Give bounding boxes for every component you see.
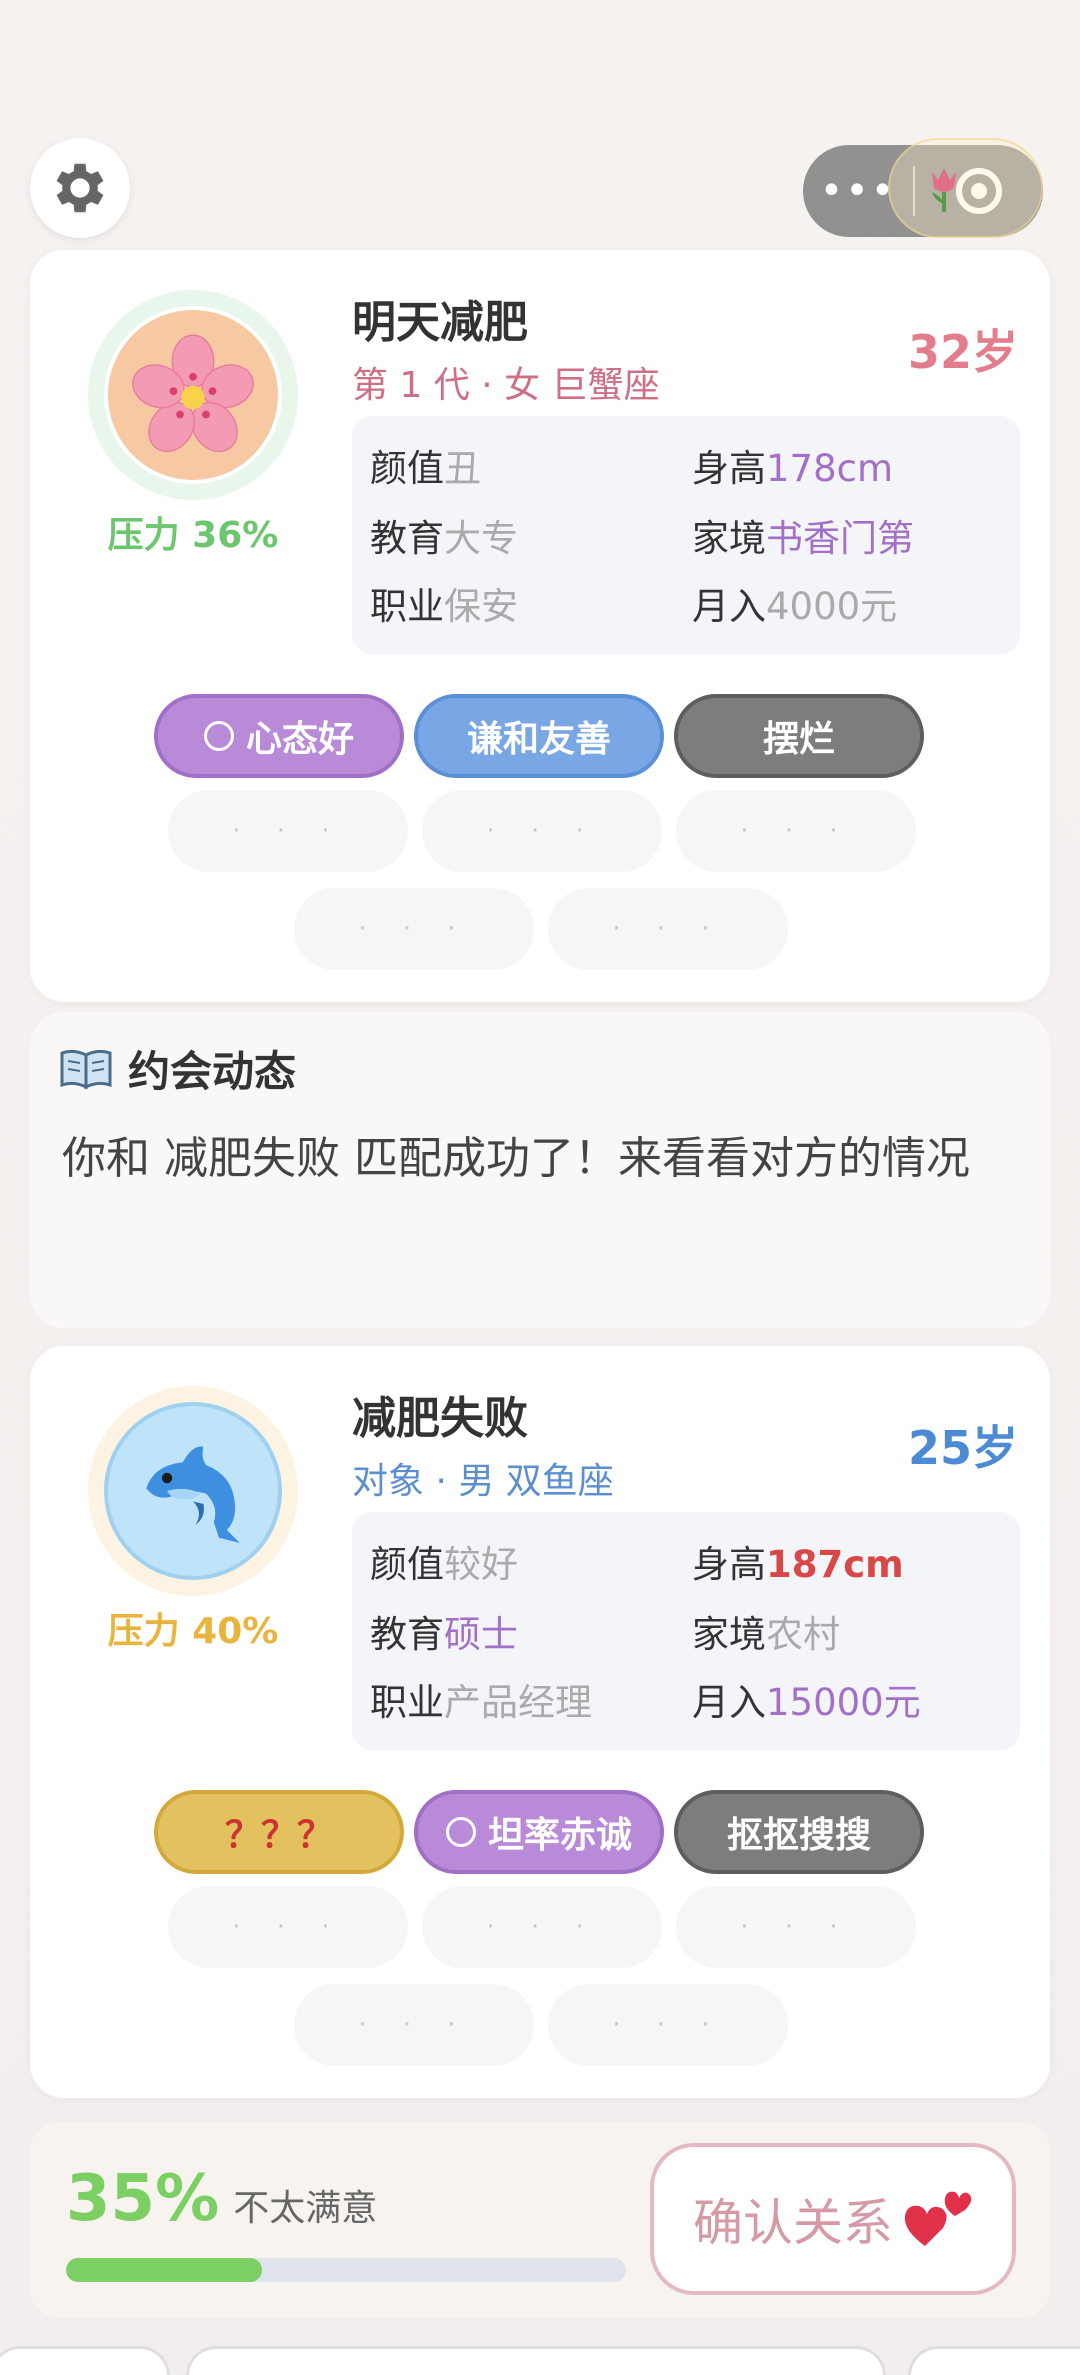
- dating-dynamics-card: 约会动态 你和 减肥失败 匹配成功了！来看看对方的情况: [30, 1012, 1050, 1328]
- satisfaction-panel: 35% 不太满意 确认关系: [30, 2122, 1050, 2318]
- dynamics-header: 约会动态: [58, 1038, 296, 1099]
- book-icon: [60, 1049, 112, 1089]
- info-family: 家境书香门第: [692, 517, 914, 560]
- partner-profile-card: 压力 40% 减肥失败 对象 · 男 双鱼座 25岁 颜值较好 身高187cm …: [30, 1346, 1050, 2098]
- confirm-label: 确认关系: [693, 2194, 893, 2252]
- tag-unknown[interactable]: ？？？: [154, 1790, 404, 1874]
- partner-info-box: 颜值较好 身高187cm 教育硕士 家境农村 职业产品经理 月入15000元: [352, 1512, 1020, 1750]
- info-height: 身高178cm: [692, 447, 894, 490]
- my-name: 明天减肥: [352, 297, 528, 348]
- empty-tag-slot: · · ·: [168, 1886, 408, 1968]
- info-appearance: 颜值丑: [370, 447, 481, 490]
- my-profile-card: 压力 36% 明天减肥 第 1 代 · 女 巨蟹座 32岁 颜值丑 身高178c…: [30, 250, 1050, 1002]
- confirm-relationship-button[interactable]: 确认关系: [650, 2143, 1016, 2295]
- partner-name: 减肥失败: [352, 1393, 528, 1444]
- bottom-peek-center[interactable]: [186, 2346, 886, 2375]
- dynamics-text: 你和 减肥失败 匹配成功了！来看看对方的情况: [62, 1133, 970, 1184]
- tag-stingy[interactable]: 抠抠搜搜: [674, 1790, 924, 1874]
- info-height: 身高187cm: [692, 1543, 904, 1586]
- partner-avatar: [88, 1386, 298, 1596]
- tulip-icon: [932, 168, 956, 212]
- empty-tag-slot: · · ·: [676, 790, 916, 872]
- empty-tag-slot: · · ·: [294, 888, 534, 970]
- info-family: 家境农村: [692, 1613, 840, 1656]
- partner-pressure: 压力 40%: [107, 1611, 279, 1652]
- settings-button[interactable]: [30, 138, 130, 238]
- empty-tag-slot: · · ·: [422, 1886, 662, 1968]
- empty-tag-slot: · · ·: [676, 1886, 916, 1968]
- dolphin-icon: [146, 1446, 240, 1543]
- bottom-peek-right[interactable]: [908, 2346, 1080, 2375]
- info-job: 职业保安: [370, 585, 518, 628]
- satisfaction-readout: 35% 不太满意: [66, 2162, 377, 2236]
- info-appearance: 颜值较好: [370, 1543, 518, 1586]
- empty-tag-slot: · · ·: [422, 790, 662, 872]
- info-job: 职业产品经理: [370, 1681, 592, 1724]
- tag-candid[interactable]: 坦率赤诚: [414, 1790, 664, 1874]
- circle-icon: [203, 721, 234, 751]
- cherry-blossom-icon: [132, 334, 254, 453]
- info-education: 教育硕士: [370, 1613, 518, 1656]
- partner-age: 25岁: [907, 1421, 1018, 1475]
- my-subtitle: 第 1 代 · 女 巨蟹座: [352, 365, 660, 406]
- satisfaction-percent: 35%: [66, 2162, 220, 2236]
- info-education: 教育大专: [370, 517, 518, 560]
- gear-icon: [56, 163, 104, 213]
- circle-icon: [445, 1817, 476, 1847]
- tag-slack[interactable]: 摆烂: [674, 694, 924, 778]
- my-avatar: [88, 290, 298, 500]
- empty-tag-slot: · · ·: [548, 1984, 788, 2066]
- info-income: 月入4000元: [692, 585, 898, 628]
- bottom-peek-left[interactable]: [0, 2346, 170, 2375]
- satisfaction-label: 不太满意: [233, 2188, 378, 2229]
- hearts-icon: [904, 2191, 972, 2246]
- my-age: 32岁: [907, 325, 1018, 379]
- empty-tag-slot: · · ·: [294, 1984, 534, 2066]
- tag-mindset[interactable]: 心态好: [154, 694, 404, 778]
- partner-subtitle: 对象 · 男 双鱼座: [352, 1461, 614, 1502]
- empty-tag-slot: · · ·: [548, 888, 788, 970]
- satisfaction-progress-fill: [66, 2258, 262, 2282]
- dynamics-title: 约会动态: [128, 1047, 297, 1096]
- my-pressure: 压力 36%: [107, 515, 279, 556]
- empty-tag-slot: · · ·: [168, 790, 408, 872]
- info-income: 月入15000元: [692, 1681, 921, 1724]
- my-info-box: 颜值丑 身高178cm 教育大专 家境书香门第 职业保安 月入4000元: [352, 416, 1020, 654]
- tag-friendly[interactable]: 谦和友善: [414, 694, 664, 778]
- float-icon-overlay[interactable]: [888, 138, 1043, 238]
- satisfaction-progress: [66, 2258, 626, 2282]
